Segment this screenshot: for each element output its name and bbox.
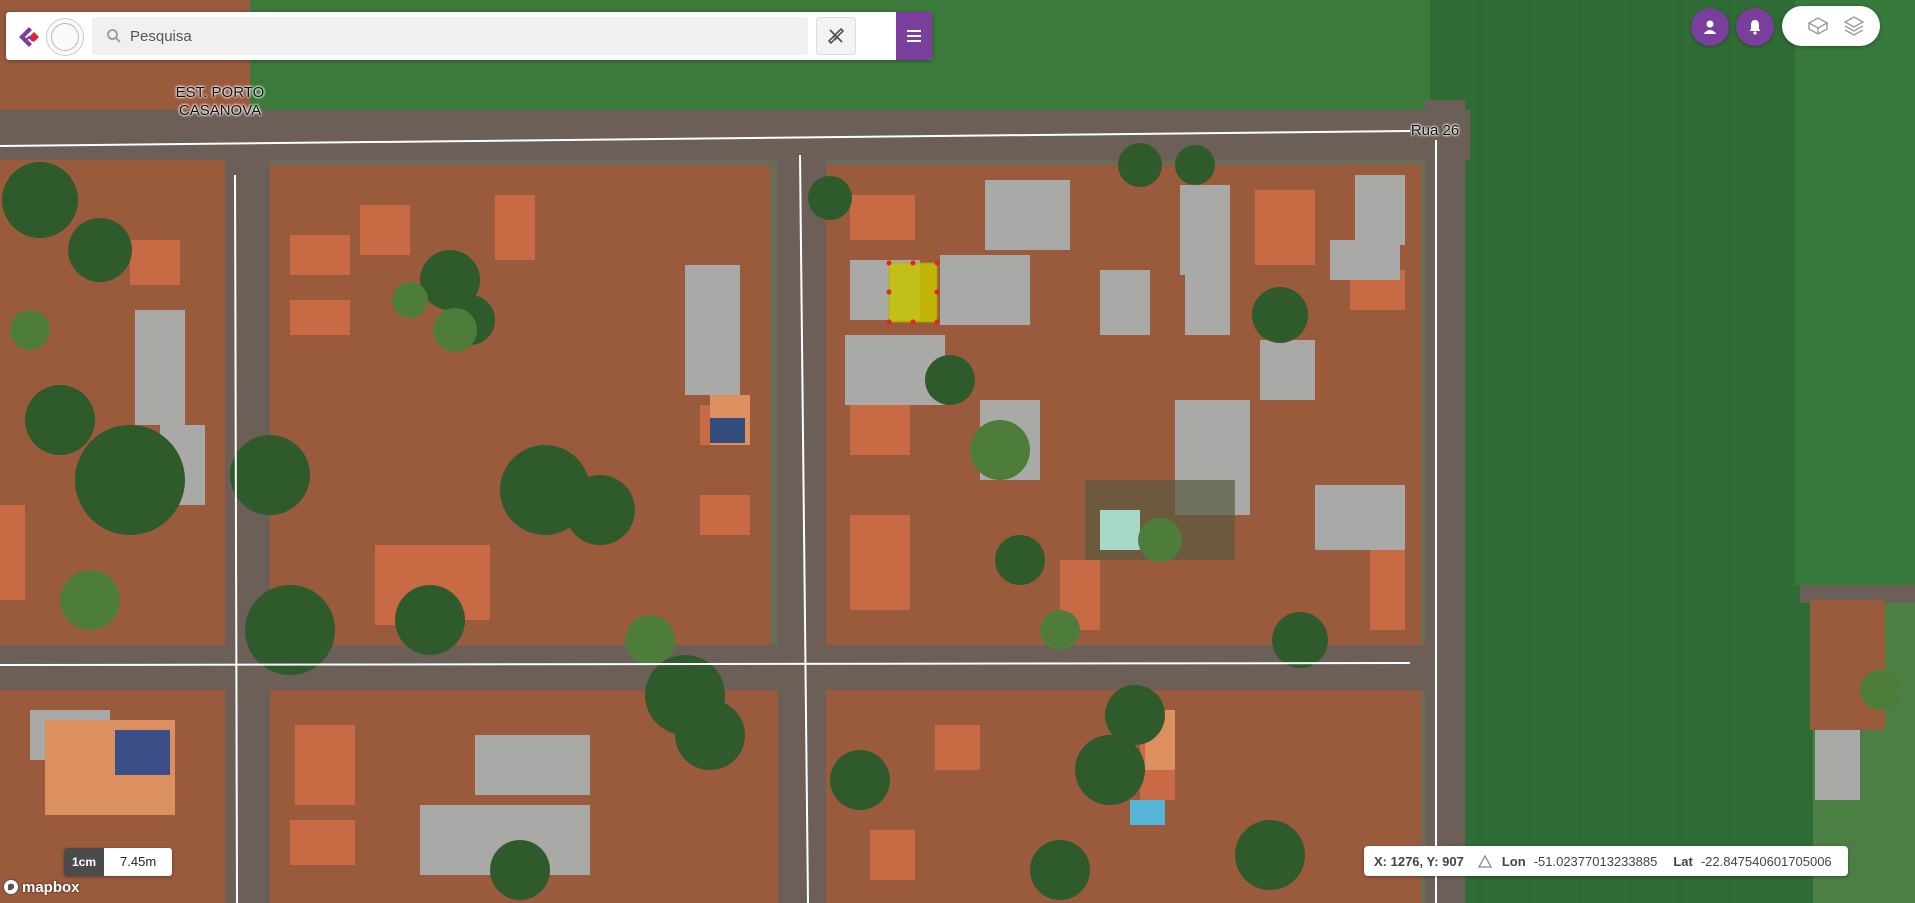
bell-icon xyxy=(1749,20,1761,35)
scale-unit: 1cm xyxy=(64,848,105,876)
layers-stack-icon xyxy=(1843,16,1865,36)
search-input[interactable] xyxy=(130,17,790,55)
notifications-button[interactable] xyxy=(1736,8,1774,46)
lon-value: -51.02377013233885 xyxy=(1533,853,1658,869)
layers-2d-button[interactable] xyxy=(1806,14,1830,38)
municipality-seal[interactable] xyxy=(46,18,84,56)
search-box xyxy=(92,17,808,55)
warning-icon xyxy=(1477,854,1492,868)
map-label-line: CASANOVA xyxy=(178,102,262,119)
layer-switcher xyxy=(1782,6,1880,46)
search-toolbar xyxy=(6,12,932,60)
map-label-rua-26: Rua 26 xyxy=(1410,122,1460,139)
mapbox-attribution[interactable]: mapbox xyxy=(2,876,80,898)
layers-icon xyxy=(1807,17,1829,35)
measure-tools-button[interactable] xyxy=(816,17,856,55)
lon-label: Lon xyxy=(1501,853,1526,869)
lat-value: -22.847540601705006 xyxy=(1700,853,1832,869)
scale-distance: 7.45m xyxy=(104,848,173,876)
cursor-xy: X: 1276, Y: 907 xyxy=(1374,853,1464,869)
mapbox-icon xyxy=(3,879,19,895)
layers-stack-button[interactable] xyxy=(1842,14,1866,38)
search-icon xyxy=(107,29,121,43)
coordinate-readout: X: 1276, Y: 907 Lon -51.02377013233885 L… xyxy=(1364,846,1848,876)
map-canvas[interactable] xyxy=(0,0,1915,903)
lat-label: Lat xyxy=(1673,853,1693,869)
menu-button[interactable] xyxy=(896,12,932,60)
user-icon xyxy=(1703,20,1717,34)
map-scale: 1cm 7.45m xyxy=(64,848,173,876)
hamburger-icon xyxy=(907,30,921,42)
map-label-est-porto: EST. PORTO CASANOVA xyxy=(170,84,270,120)
map-label-line: EST. PORTO xyxy=(175,84,265,101)
ruler-pencil-icon xyxy=(827,27,845,45)
mapbox-wordmark: mapbox xyxy=(22,878,80,896)
app-logo[interactable] xyxy=(16,24,42,50)
user-button[interactable] xyxy=(1691,8,1729,46)
